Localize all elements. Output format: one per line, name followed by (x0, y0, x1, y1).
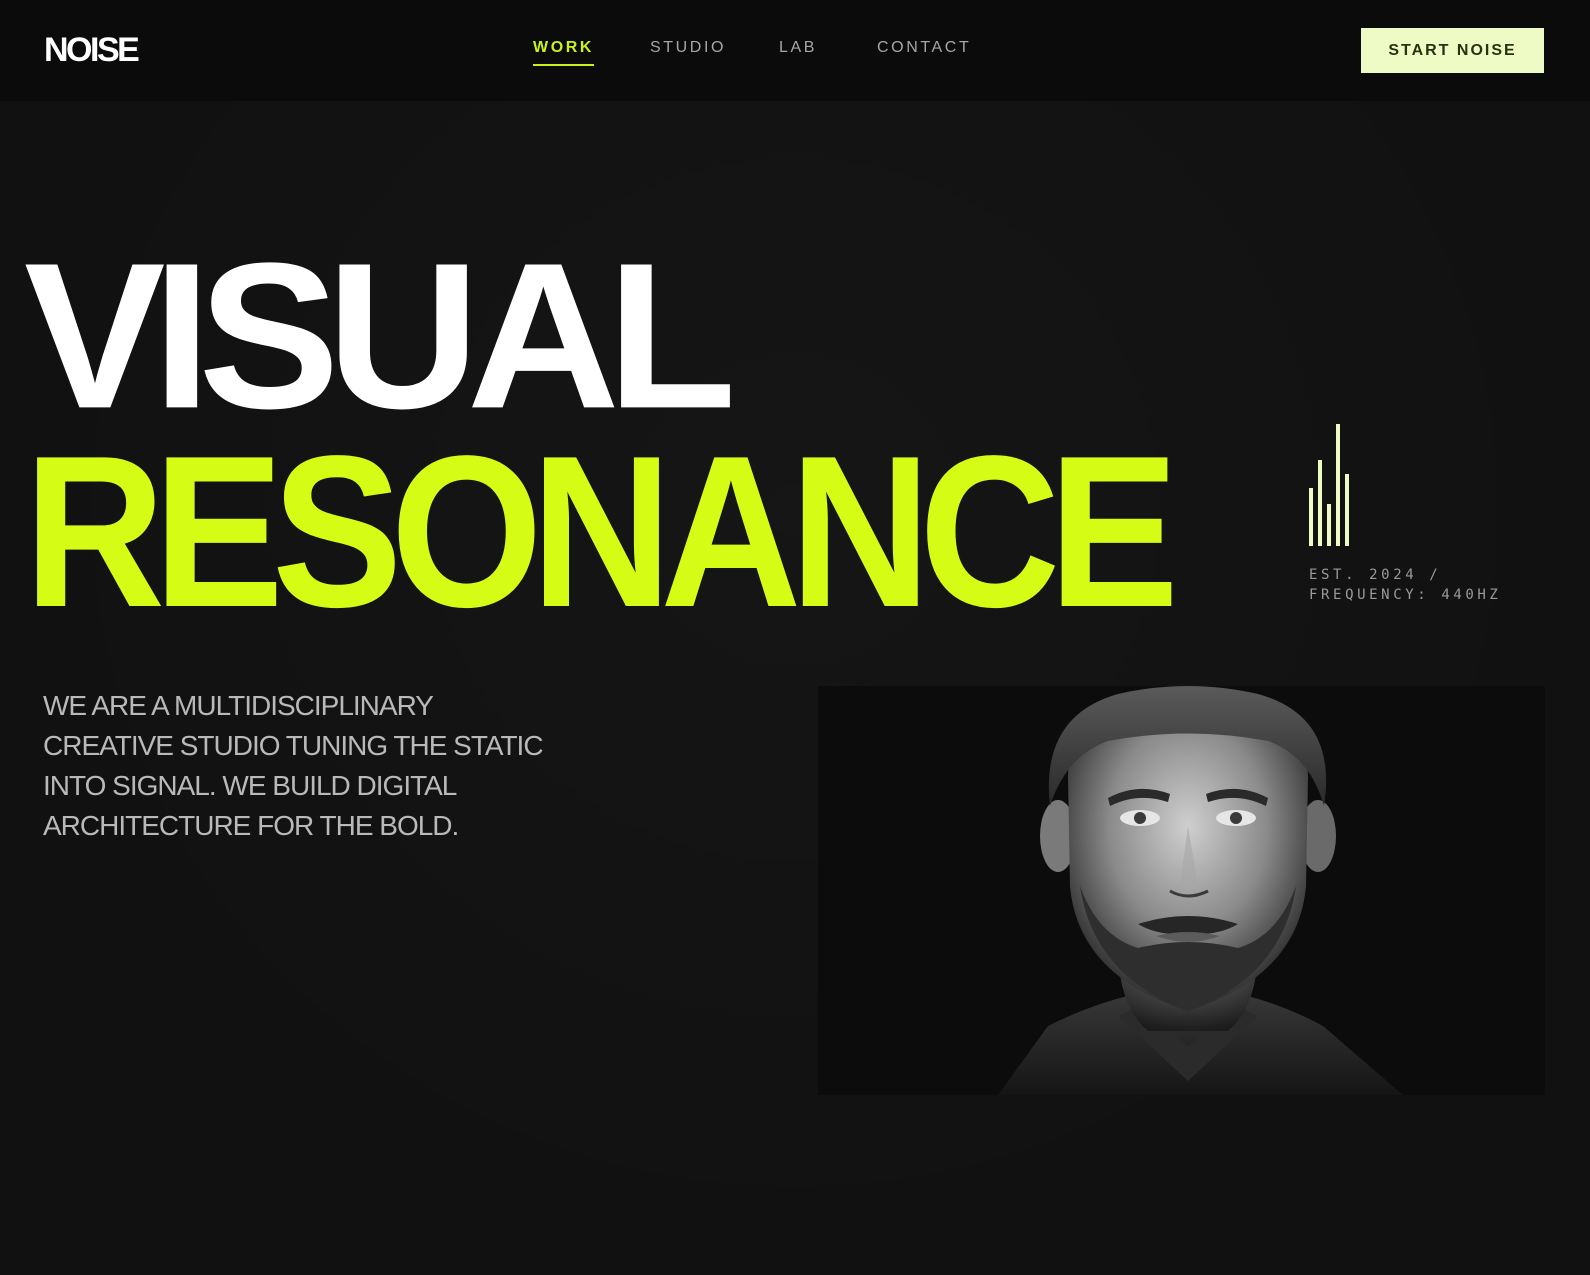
hero-title-line-2: RESONANCE (24, 410, 1179, 652)
hero-title-line-1: VISUAL (24, 219, 736, 452)
start-noise-button[interactable]: START NOISE (1361, 28, 1544, 73)
nav-item-contact[interactable]: CONTACT (877, 38, 971, 58)
frequency-meta: EST. 2024 / FREQUENCY: 440HZ (1309, 565, 1501, 605)
equalizer-bars-icon (1309, 424, 1359, 546)
meta-frequency: FREQUENCY: 440HZ (1309, 587, 1502, 603)
studio-description: WE ARE A MULTIDISCIPLINARY CREATIVE STUD… (43, 690, 544, 841)
portrait-image (818, 686, 1545, 1095)
brand-logo[interactable]: NOISE (44, 30, 140, 70)
meta-established: EST. 2024 / (1309, 567, 1442, 583)
top-navigation-bar: NOISE WORK STUDIO LAB CONTACT START NOIS… (0, 0, 1590, 101)
portrait-illustration (818, 686, 1545, 1095)
nav-item-lab[interactable]: LAB (779, 38, 817, 58)
nav-item-work[interactable]: WORK (533, 38, 595, 66)
landing-page: NOISE WORK STUDIO LAB CONTACT START NOIS… (0, 0, 1590, 1275)
nav-item-studio[interactable]: STUDIO (650, 38, 726, 58)
